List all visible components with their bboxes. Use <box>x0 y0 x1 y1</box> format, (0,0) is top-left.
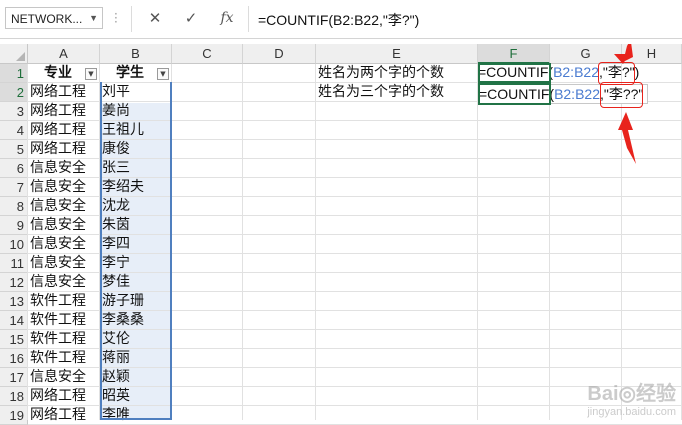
spreadsheet-grid[interactable]: ABCDEFGH 1 2 3 4 5 6 7 8 9 10 11 12 13 14 15 16 17 18 19 专… <box>0 44 682 425</box>
insert-function-icon[interactable]: fx <box>212 7 242 29</box>
enter-icon[interactable]: ✓ <box>176 7 206 29</box>
formula-bar: NETWORK... ▼ · · · ✕ ✓ fx =COUNTIF(B2:B22,… <box>0 0 682 39</box>
chevron-down-icon[interactable]: ▼ <box>89 13 98 23</box>
drag-handle-icon[interactable]: · · · <box>114 8 118 28</box>
annotation-arrows <box>614 44 636 164</box>
formula-input[interactable]: =COUNTIF(B2:B22,"李?") <box>258 10 419 30</box>
toolbar-divider <box>248 6 249 32</box>
name-box-value: NETWORK... <box>11 12 83 26</box>
cancel-icon[interactable]: ✕ <box>140 7 170 29</box>
name-box[interactable]: NETWORK... ▼ <box>5 7 103 29</box>
toolbar-divider <box>131 6 132 32</box>
arrow-up-icon <box>618 112 633 130</box>
arrow-up-icon <box>622 130 636 164</box>
watermark-main: Bai◎经验 <box>587 383 676 405</box>
watermark: Bai◎经验 jingyan.baidu.com <box>587 377 676 418</box>
watermark-sub: jingyan.baidu.com <box>587 406 676 418</box>
